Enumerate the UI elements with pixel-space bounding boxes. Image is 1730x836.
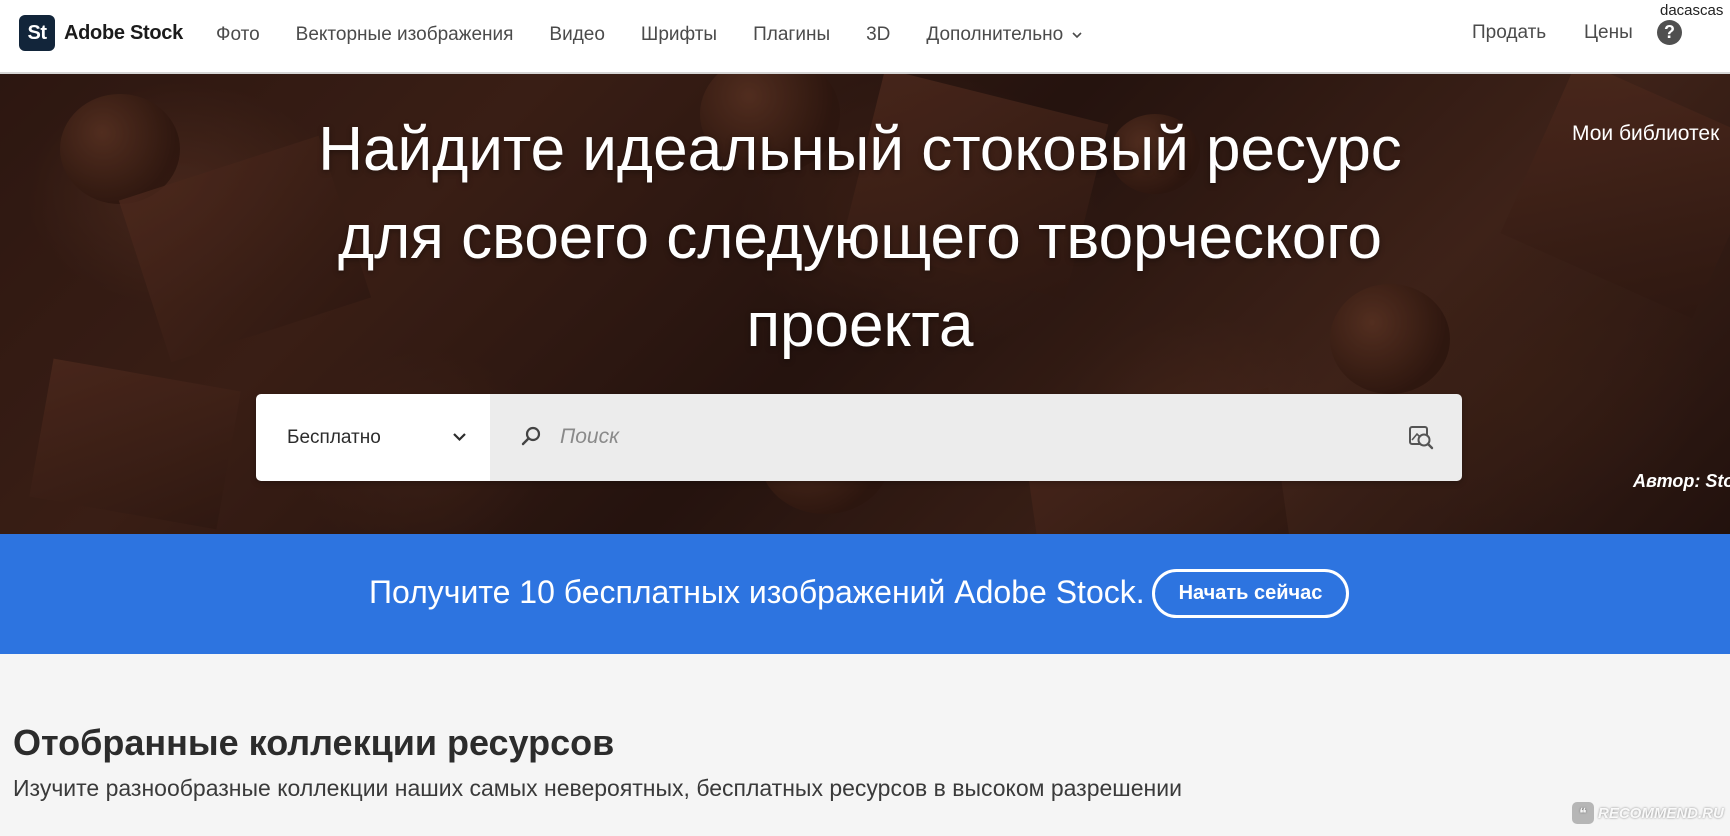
nav-fonts[interactable]: Шрифты (641, 24, 717, 46)
nav-plugins[interactable]: Плагины (753, 24, 830, 46)
image-credit[interactable]: Автор: Sto (1633, 471, 1730, 492)
visual-search-icon[interactable] (1407, 423, 1435, 451)
user-name[interactable]: dacascas (1660, 2, 1723, 19)
nav-photo[interactable]: Фото (216, 24, 260, 46)
top-header: St Adobe Stock Фото Векторные изображени… (0, 0, 1730, 74)
search-bar: Бесплатно (256, 394, 1462, 481)
asset-filter-dropdown[interactable]: Бесплатно (256, 394, 490, 481)
hero-title: Найдите идеальный стоковый ресурс для св… (250, 106, 1470, 370)
nav-prices[interactable]: Цены (1584, 22, 1633, 44)
promo-banner: Получите 10 бесплатных изображений Adobe… (0, 534, 1730, 654)
asset-filter-value: Бесплатно (287, 426, 381, 448)
quote-icon: ❝ (1572, 802, 1594, 824)
hero-title-line: для своего следующего творческого (337, 203, 1383, 272)
hero-banner: Найдите идеальный стоковый ресурс для св… (0, 74, 1730, 534)
search-icon (521, 426, 541, 446)
adobe-stock-logo[interactable]: St Adobe Stock (19, 15, 183, 51)
search-field (490, 394, 1462, 481)
nav-3d[interactable]: 3D (866, 24, 890, 46)
start-now-button[interactable]: Начать сейчас (1152, 569, 1349, 618)
logo-text: Adobe Stock (64, 21, 183, 44)
hero-title-line: Найдите идеальный стоковый ресурс (318, 115, 1402, 184)
nav-vectors[interactable]: Векторные изображения (296, 24, 514, 46)
chevron-down-icon (1072, 32, 1082, 39)
collections-section: Отобранные коллекции ресурсов Изучите ра… (0, 654, 1730, 836)
collections-title: Отобранные коллекции ресурсов (13, 722, 615, 763)
hero-title-line: проекта (746, 291, 974, 360)
promo-text: Получите 10 бесплатных изображений Adobe… (369, 574, 1145, 610)
search-input[interactable] (560, 416, 1360, 458)
chevron-down-icon (453, 433, 466, 442)
watermark-text: RECOMMEND.RU (1598, 804, 1724, 822)
nav-video[interactable]: Видео (549, 24, 605, 46)
nav-more-label: Дополнительно (926, 24, 1064, 45)
help-icon[interactable]: ? (1657, 20, 1682, 45)
nav-more-dropdown[interactable]: Дополнительно (926, 24, 1083, 46)
logo-badge: St (19, 15, 55, 51)
main-nav: Фото Векторные изображения Видео Шрифты … (216, 0, 1119, 70)
right-nav: Продать Цены dacascas ? (1430, 0, 1730, 70)
my-libraries-link[interactable]: Мои библиотек (1572, 122, 1719, 146)
collections-subtitle: Изучите разнообразные коллекции наших са… (13, 775, 1182, 801)
recommend-watermark: ❝ RECOMMEND.RU (1572, 802, 1724, 824)
nav-sell[interactable]: Продать (1472, 22, 1546, 44)
